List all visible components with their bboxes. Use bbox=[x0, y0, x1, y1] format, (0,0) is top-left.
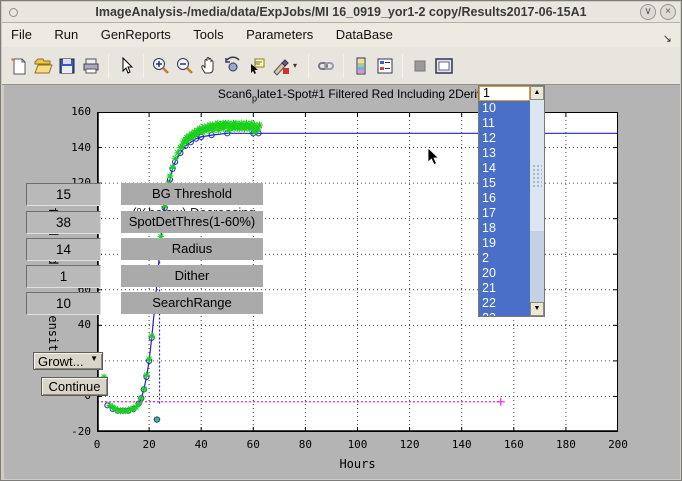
y-tick-label: -20 bbox=[53, 425, 91, 438]
y-tick-label: 40 bbox=[53, 318, 91, 331]
param-field-searchrange[interactable] bbox=[26, 292, 101, 315]
insert-legend-icon[interactable] bbox=[373, 54, 397, 78]
insert-colorbar-icon[interactable] bbox=[349, 54, 373, 78]
print-icon[interactable] bbox=[79, 54, 103, 78]
rotate-3d-icon[interactable] bbox=[221, 54, 245, 78]
x-tick-label: 80 bbox=[285, 438, 325, 451]
dropdown-item[interactable]: 16 bbox=[479, 191, 530, 206]
toolbar-separator bbox=[108, 54, 109, 78]
continue-button[interactable]: Continue bbox=[41, 377, 108, 396]
data-cursor-icon[interactable] bbox=[245, 54, 269, 78]
dropdown-item[interactable]: 10 bbox=[479, 101, 530, 116]
toolbar-separator bbox=[402, 54, 403, 78]
window-title: ImageAnalysis-/media/data/ExpJobs/MI 16_… bbox=[2, 5, 680, 19]
save-icon[interactable] bbox=[55, 54, 79, 78]
dropdown-item[interactable]: 23 bbox=[479, 311, 530, 316]
x-tick-label: 180 bbox=[546, 438, 586, 451]
close-icon: × bbox=[665, 6, 671, 17]
param-field-spotdetthres-1-60-[interactable] bbox=[26, 211, 101, 234]
param-label: SearchRange bbox=[121, 292, 263, 314]
new-document-icon[interactable] bbox=[7, 54, 31, 78]
toolbar-separator bbox=[343, 54, 344, 78]
pointer-icon[interactable] bbox=[114, 54, 138, 78]
x-tick-label: 40 bbox=[181, 438, 221, 451]
dropdown-item[interactable]: 11 bbox=[479, 116, 530, 131]
dropdown-scrollbar[interactable]: ▲ ▼ bbox=[530, 86, 544, 316]
app-window: ImageAnalysis-/media/data/ExpJobs/MI 16_… bbox=[0, 0, 682, 481]
param-label: Dither bbox=[121, 265, 263, 287]
x-tick-label: 20 bbox=[129, 438, 169, 451]
dropdown-item[interactable]: 13 bbox=[479, 146, 530, 161]
y-tick-label: 160 bbox=[53, 105, 91, 118]
toolbar: ▾ bbox=[2, 47, 680, 85]
dropdown-item[interactable]: 14 bbox=[479, 161, 530, 176]
scroll-down-icon[interactable]: ▼ bbox=[530, 302, 544, 316]
x-axis-label: Hours bbox=[97, 457, 618, 471]
dropdown-item[interactable]: 20 bbox=[479, 266, 530, 281]
menu-genreports[interactable]: GenReports bbox=[92, 23, 180, 42]
pan-hand-icon[interactable] bbox=[197, 54, 221, 78]
param-field-radius[interactable] bbox=[26, 238, 101, 261]
x-tick-label: 140 bbox=[442, 438, 482, 451]
dropdown-item[interactable]: 2 bbox=[479, 251, 530, 266]
menu-bar: File Run GenReports Tools Parameters Dat… bbox=[2, 23, 680, 47]
param-label: BG Threshold bbox=[121, 183, 263, 205]
minimize-button[interactable]: ∨ bbox=[640, 4, 656, 20]
x-tick-label: 160 bbox=[494, 438, 534, 451]
chevron-down-icon: ▼ bbox=[90, 354, 98, 363]
param-field-bg-threshold[interactable] bbox=[26, 183, 101, 206]
inactive-square-icon[interactable] bbox=[408, 54, 432, 78]
number-dropdown-list: 1 10111213141516171819220212223 ▲ ▼ bbox=[478, 85, 545, 317]
scrollbar-track[interactable] bbox=[530, 100, 544, 231]
x-tick-label: 0 bbox=[77, 438, 117, 451]
dropdown-item[interactable]: 19 bbox=[479, 236, 530, 251]
y-tick-label: 140 bbox=[53, 141, 91, 154]
dropdown-item[interactable]: 21 bbox=[479, 281, 530, 296]
dropdown-item[interactable]: 22 bbox=[479, 296, 530, 311]
dock-arrow-icon[interactable]: ↘ bbox=[663, 32, 672, 45]
brush-caret-icon[interactable]: ▾ bbox=[293, 54, 303, 78]
minimize-icon: ∨ bbox=[644, 6, 651, 17]
close-button[interactable]: × bbox=[660, 4, 676, 20]
scrollbar-thumb[interactable] bbox=[532, 164, 542, 188]
x-tick-label: 60 bbox=[233, 438, 273, 451]
dropdown-items: 10111213141516171819220212223 bbox=[479, 101, 530, 316]
brush-icon[interactable] bbox=[269, 54, 293, 78]
toolbar-separator bbox=[143, 54, 144, 78]
x-tick-label: 120 bbox=[390, 438, 430, 451]
param-field-dither[interactable] bbox=[26, 265, 101, 288]
param-label: SpotDetThres(1-60%) bbox=[121, 211, 263, 233]
mouse-cursor bbox=[427, 147, 441, 167]
growth-dropdown-button[interactable]: Growt...▼ bbox=[33, 352, 103, 370]
param-label: Radius bbox=[121, 238, 263, 260]
dropdown-selected-value[interactable]: 1 bbox=[479, 86, 530, 101]
scroll-up-icon[interactable]: ▲ bbox=[530, 86, 544, 100]
x-tick-label: 100 bbox=[338, 438, 378, 451]
title-bar[interactable]: ImageAnalysis-/media/data/ExpJobs/MI 16_… bbox=[2, 2, 680, 23]
menu-tools[interactable]: Tools bbox=[184, 23, 232, 42]
dropdown-item[interactable]: 17 bbox=[479, 206, 530, 221]
menu-run[interactable]: Run bbox=[45, 23, 87, 42]
open-folder-icon[interactable] bbox=[31, 54, 55, 78]
menu-parameters[interactable]: Parameters bbox=[237, 23, 322, 42]
plot-tools-icon[interactable] bbox=[432, 54, 456, 78]
zoom-out-icon[interactable] bbox=[173, 54, 197, 78]
dropdown-item[interactable]: 18 bbox=[479, 221, 530, 236]
toolbar-separator bbox=[308, 54, 309, 78]
menu-file[interactable]: File bbox=[2, 23, 41, 42]
dropdown-item[interactable]: 12 bbox=[479, 131, 530, 146]
zoom-in-icon[interactable] bbox=[149, 54, 173, 78]
x-tick-label: 200 bbox=[598, 438, 638, 451]
link-plots-icon[interactable] bbox=[314, 54, 338, 78]
menu-database[interactable]: DataBase bbox=[327, 23, 402, 42]
dropdown-item[interactable]: 15 bbox=[479, 176, 530, 191]
